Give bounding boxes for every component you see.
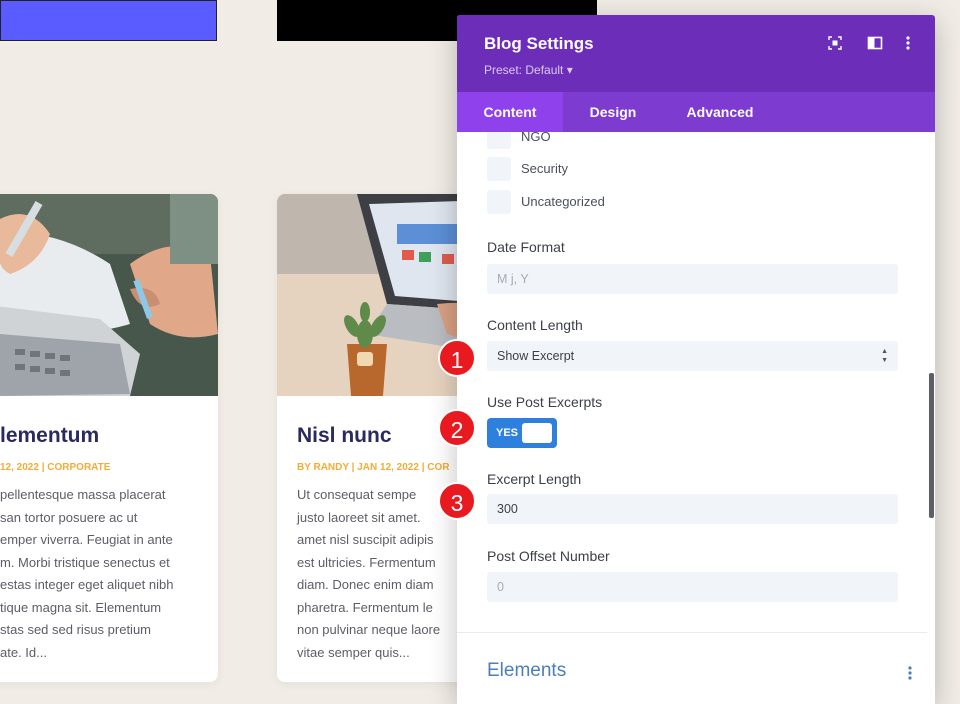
- more-vertical-icon[interactable]: [905, 664, 915, 682]
- select-arrows-icon: ▲ ▼: [881, 348, 888, 364]
- card-meta: BY RANDY | JAN 12, 2022 | COR: [297, 462, 450, 473]
- annotation-badge-2: 2: [438, 409, 476, 447]
- elements-section-title[interactable]: Elements: [487, 660, 566, 682]
- card-title[interactable]: Nisl nunc: [297, 424, 392, 448]
- checkbox[interactable]: [487, 190, 511, 214]
- blog-settings-panel: Blog Settings Preset: Default ▾ Content …: [457, 15, 935, 704]
- card-meta: 12, 2022 | CORPORATE: [0, 462, 111, 473]
- more-vertical-icon[interactable]: [900, 35, 916, 51]
- card-excerpt: pellentesque massa placerat san tortor p…: [0, 487, 174, 660]
- annotation-badge-1: 1: [438, 339, 476, 377]
- card-title[interactable]: lementum: [0, 424, 99, 448]
- date-format-placeholder: M j, Y: [497, 272, 529, 286]
- post-offset-placeholder: 0: [497, 580, 504, 594]
- checkbox[interactable]: [487, 157, 511, 181]
- category-label: Security: [521, 161, 568, 176]
- tab-advanced[interactable]: Advanced: [675, 92, 765, 132]
- section-divider: [457, 632, 927, 633]
- settings-content[interactable]: NGO Security Uncategorized Date Format M…: [457, 132, 935, 704]
- top-blue-block: [0, 0, 217, 41]
- toggle-state: YES: [496, 427, 519, 439]
- excerpt-length-label: Excerpt Length: [487, 471, 582, 487]
- scrollbar-thumb[interactable]: [929, 373, 934, 518]
- category-label: Uncategorized: [521, 194, 605, 209]
- use-post-excerpts-toggle[interactable]: YES: [487, 418, 557, 448]
- card-image-writing: [0, 194, 218, 396]
- annotation-badge-3: 3: [438, 482, 476, 520]
- date-format-label: Date Format: [487, 239, 565, 255]
- panel-header[interactable]: Blog Settings Preset: Default ▾: [457, 15, 935, 92]
- card-excerpt: Ut consequat sempe justo laoreet sit ame…: [297, 487, 441, 660]
- blog-card[interactable]: lementum 12, 2022 | CORPORATE pellentesq…: [0, 194, 218, 682]
- content-length-value: Show Excerpt: [497, 349, 575, 363]
- date-format-input[interactable]: M j, Y: [487, 264, 898, 294]
- excerpt-length-value: 300: [497, 502, 518, 516]
- use-post-excerpts-label: Use Post Excerpts: [487, 394, 603, 410]
- tab-content[interactable]: Content: [457, 92, 563, 132]
- post-offset-label: Post Offset Number: [487, 548, 610, 564]
- content-length-label: Content Length: [487, 317, 583, 333]
- tab-bar: Content Design Advanced: [457, 92, 935, 132]
- excerpt-length-input[interactable]: 300: [487, 494, 898, 524]
- tab-design[interactable]: Design: [573, 92, 653, 132]
- checkbox[interactable]: [487, 132, 511, 149]
- preset-dropdown[interactable]: Preset: Default ▾: [484, 63, 573, 77]
- category-label: NGO: [521, 132, 551, 144]
- toggle-knob: [522, 423, 552, 443]
- focus-icon[interactable]: [827, 35, 843, 51]
- panel-title: Blog Settings: [484, 34, 594, 53]
- content-length-select[interactable]: Show Excerpt ▲ ▼: [487, 341, 898, 371]
- sidebar-icon[interactable]: [867, 35, 883, 51]
- post-offset-input[interactable]: 0: [487, 572, 898, 602]
